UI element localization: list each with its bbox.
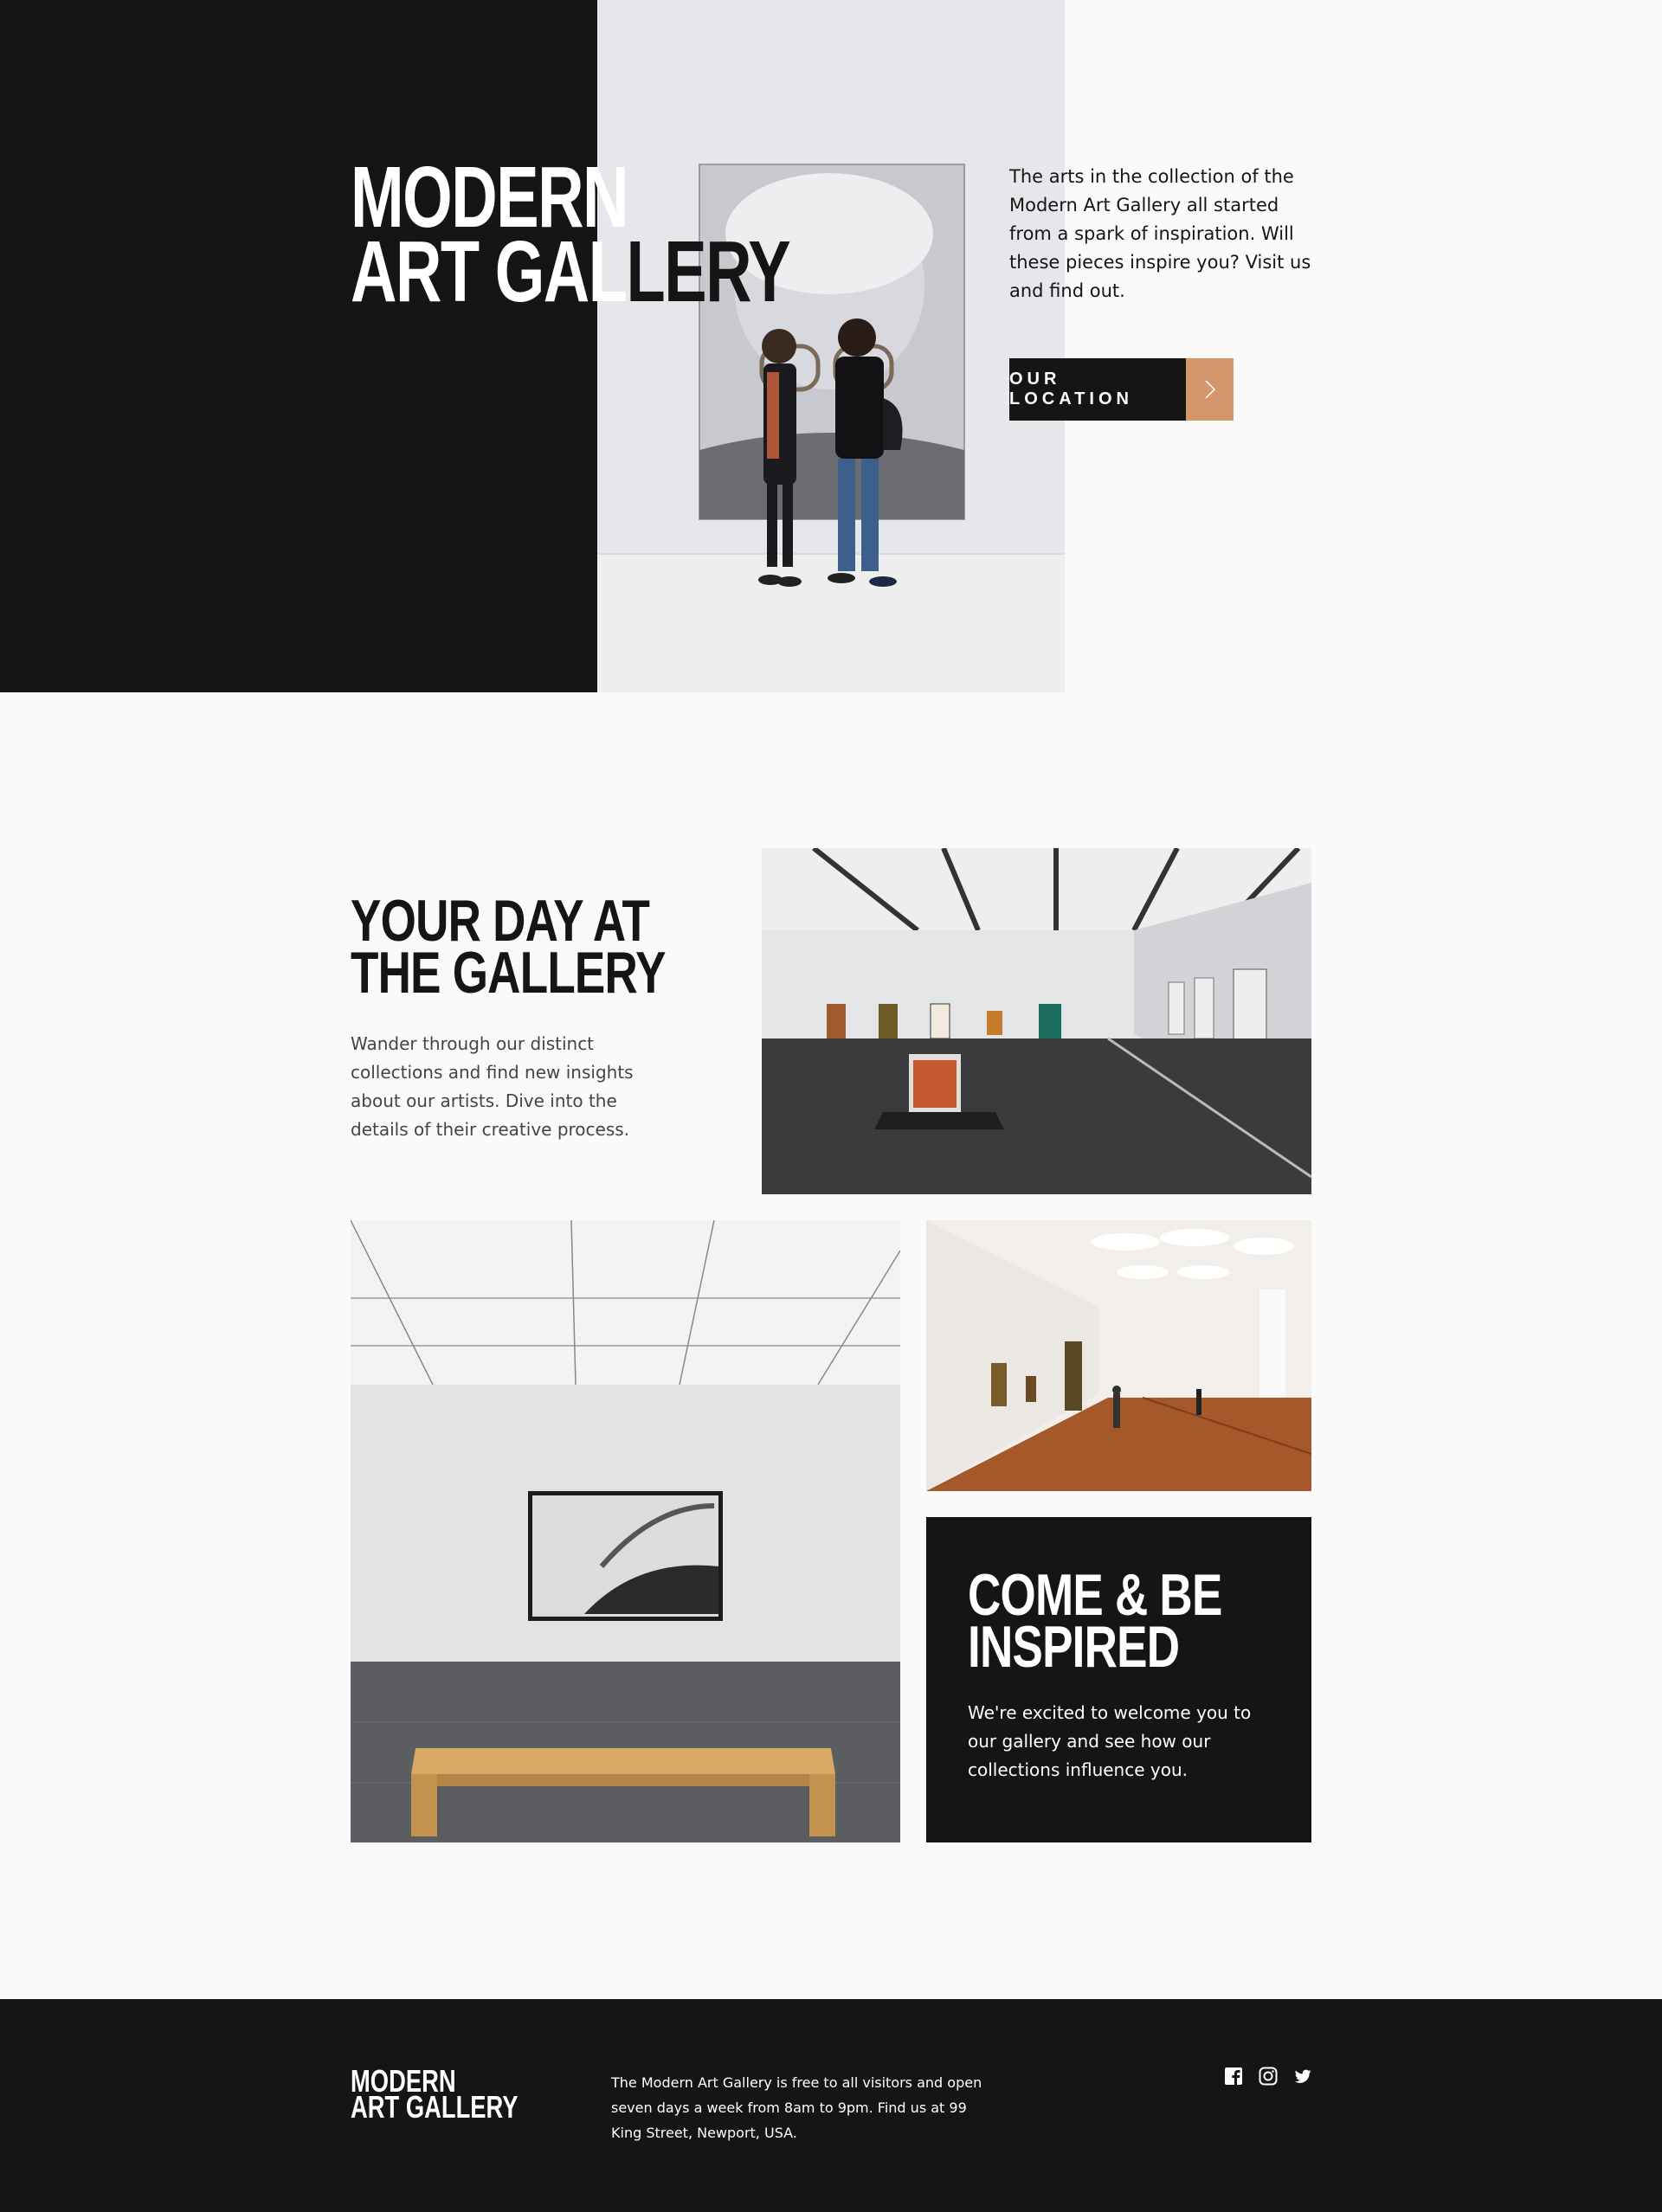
gallery-bench-image — [351, 1220, 900, 1842]
inspired-title-line2: INSPIRED — [968, 1614, 1180, 1680]
footer-logo[interactable]: MODERN ART GALLERY — [351, 2066, 519, 2125]
hero-image — [597, 0, 1065, 692]
our-location-button[interactable]: OUR LOCATION — [1009, 358, 1234, 421]
footer-logo-line2: ART GALLERY — [351, 2089, 519, 2125]
gallery-title: YOUR DAY AT THE GALLERY — [351, 888, 666, 1006]
inspired-title: COME & BE INSPIRED — [968, 1562, 1222, 1680]
gallery-title-line2: THE GALLERY — [351, 940, 666, 1006]
hero-section: MODERN ART GALLERY The arts in the colle… — [0, 0, 1662, 692]
instagram-icon[interactable] — [1259, 2067, 1278, 2086]
chevron-right-icon — [1186, 358, 1234, 421]
inspired-title-line1: COME & BE — [968, 1562, 1222, 1628]
social-links — [1224, 2067, 1312, 2086]
hero-dark-panel — [0, 0, 597, 692]
gallery-corridor-image — [926, 1220, 1311, 1491]
hero-description: The arts in the collection of the Modern… — [1009, 166, 1311, 301]
gallery-description: Wander through our distinct collections … — [351, 1033, 634, 1140]
our-location-button-label: OUR LOCATION — [1009, 358, 1187, 421]
twitter-icon[interactable] — [1293, 2067, 1312, 2086]
hero-title-line2-white: ART GAL — [351, 223, 628, 320]
hero-title: MODERN ART GALLERY — [351, 154, 791, 315]
facebook-icon[interactable] — [1224, 2067, 1243, 2086]
footer-description: The Modern Art Gallery is free to all vi… — [611, 2074, 982, 2141]
inspired-description: We're excited to welcome you to our gall… — [968, 1702, 1252, 1780]
gallery-title-line1: YOUR DAY AT — [351, 888, 650, 954]
gallery-hall-image — [762, 848, 1311, 1194]
inspired-panel: COME & BE INSPIRED We're excited to welc… — [926, 1517, 1311, 1842]
footer: MODERN ART GALLERY The Modern Art Galler… — [0, 1999, 1662, 2212]
hero-title-line2-dark: LERY — [626, 223, 790, 320]
hero-title-line2: ART GALLERY — [351, 228, 791, 315]
